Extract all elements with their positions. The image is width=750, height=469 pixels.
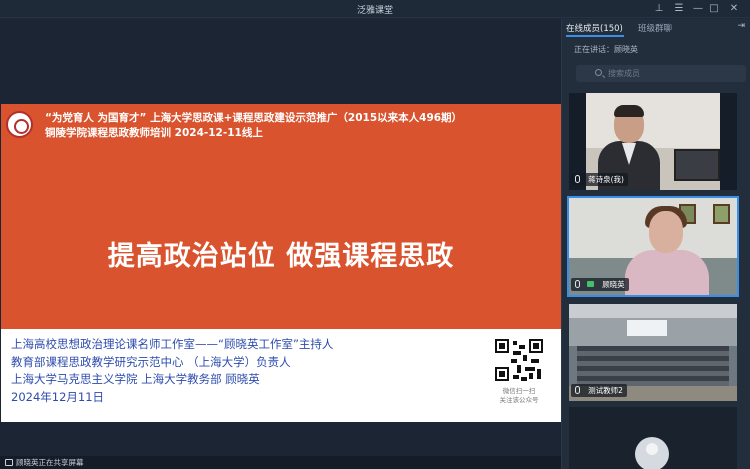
window-title: 泛雅课堂 [356, 6, 393, 16]
qr-caption: 微信扫一扫 关注该公众号 [489, 387, 549, 405]
member-search-input[interactable]: 搜索成员 [576, 65, 746, 82]
qr-caption-line: 微信扫一扫 [502, 387, 536, 395]
tab-online-members[interactable]: 在线成员(150) [566, 22, 623, 34]
microphone-icon [575, 175, 580, 183]
screen-share-status-text: 顾晓英正在共享屏幕 [16, 458, 84, 467]
slide-header-line2: 铜陵学院课程思政教师培训 2024-12-11线上 [45, 127, 263, 139]
screen-share-status-bar: 顾晓英正在共享屏幕 [0, 456, 561, 469]
skin-icon[interactable]: ☰ [671, 2, 687, 16]
tab-class-chat[interactable]: 班级群聊 [638, 22, 672, 34]
slide-banner: “为党育人 为国育才” 上海大学思政课+课程思政建设示范推广（2015以来本人4… [1, 104, 561, 329]
participant-video-tile-active-speaker[interactable]: 顾晓英 [567, 196, 739, 297]
screen-share-icon [5, 459, 13, 466]
title-bar: 泛雅课堂 ⊥ ☰ — □ ✕ [0, 0, 750, 18]
pin-icon[interactable]: ⊥ [651, 2, 667, 16]
slide-header-line1: “为党育人 为国育才” 上海大学思政课+课程思政建设示范推广（2015以来本人4… [45, 112, 463, 124]
close-button[interactable]: ✕ [726, 2, 742, 16]
panel-tabs: 在线成员(150) 班级群聊 ⇥ [562, 19, 750, 37]
participant-name-bar: 测试教师2 [571, 384, 627, 397]
slide-body-line: 教育部课程思政教学研究示范中心 （上海大学）负责人 [11, 354, 291, 369]
maximize-button[interactable]: □ [706, 2, 722, 16]
slide-body: 上海高校思想政治理论课名师工作室——“顾晓英工作室”主持人 教育部课程思政教学研… [11, 336, 333, 406]
speaking-indicator: 正在讲话：顾晓英 [574, 45, 638, 54]
avatar [635, 437, 669, 469]
participant-avatar-tile[interactable] [569, 407, 737, 469]
app-window: 泛雅课堂 ⊥ ☰ — □ ✕ “为党育人 为国育才” 上海大学思政课+课程思政建… [0, 0, 750, 469]
presentation-slide: “为党育人 为国育才” 上海大学思政课+课程思政建设示范推广（2015以来本人4… [1, 104, 561, 422]
slide-body-line: 2024年12月11日 [11, 389, 105, 404]
university-logo-icon [6, 111, 33, 138]
participant-video-tile[interactable]: 蒋诗泉(我) [569, 93, 737, 190]
slide-body-line: 上海高校思想政治理论课名师工作室——“顾晓英工作室”主持人 [11, 337, 334, 351]
search-placeholder: 搜索成员 [608, 69, 640, 78]
participant-name: 测试教师2 [588, 386, 623, 395]
slide-body-line: 上海大学马克思主义学院 上海大学教务部 顾晓英 [11, 372, 260, 386]
participant-video-tile[interactable]: 测试教师2 [569, 304, 737, 401]
microphone-icon [575, 280, 580, 288]
participant-name: 蒋诗泉(我) [588, 175, 624, 184]
camera-on-icon [587, 281, 595, 287]
participant-name-bar: 蒋诗泉(我) [571, 173, 628, 186]
shared-screen: “为党育人 为国育才” 上海大学思政课+课程思政建设示范推广（2015以来本人4… [0, 19, 561, 456]
minimize-button[interactable]: — [690, 2, 706, 16]
qr-caption-line: 关注该公众号 [499, 396, 539, 404]
search-icon [595, 69, 602, 76]
participant-name: 顾晓英 [602, 280, 625, 289]
collapse-panel-icon[interactable]: ⇥ [737, 21, 745, 31]
active-tab-indicator [566, 35, 624, 37]
qr-code-icon [493, 337, 545, 383]
participant-name-bar: 顾晓英 [571, 278, 629, 291]
members-panel: 在线成员(150) 班级群聊 ⇥ 正在讲话：顾晓英 搜索成员 蒋诗泉(我) 顾晓… [561, 19, 750, 469]
microphone-icon [575, 386, 580, 394]
slide-main-title: 提高政治站位 做强课程思政 [107, 241, 455, 272]
